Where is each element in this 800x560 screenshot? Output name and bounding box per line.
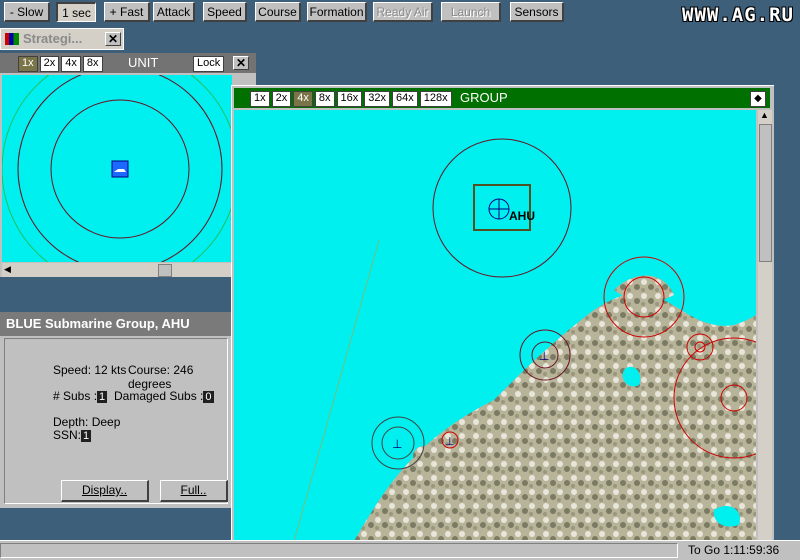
subs-count-label: # Subs :1 — [53, 389, 108, 403]
group-zoom-8x[interactable]: 8x — [314, 91, 335, 107]
unit-zoom-8x[interactable]: 8x — [82, 56, 103, 72]
unit-map[interactable] — [2, 75, 232, 262]
unit-window-header: 1x 2x 4x 8x UNIT Lock ✕ — [0, 53, 256, 73]
unit-label: AHU — [509, 209, 535, 223]
info-panel-header: BLUE Submarine Group, AHU — [0, 312, 232, 336]
scroll-left-arrow[interactable]: ◀ — [4, 264, 11, 275]
formation-button[interactable]: Formation — [307, 2, 367, 22]
damaged-subs-label: Damaged Subs :0 — [114, 389, 214, 403]
ssn-value: 1 — [81, 430, 92, 442]
svg-text:⊥: ⊥ — [539, 349, 549, 363]
lock-button[interactable]: Lock — [193, 56, 225, 72]
window-icon — [5, 33, 19, 45]
unit-zoom-2x[interactable]: 2x — [39, 56, 60, 72]
unit-close-button[interactable]: ✕ — [233, 56, 249, 70]
group-window-menu-icon[interactable]: ◆ — [750, 91, 766, 107]
speed-button[interactable]: Speed — [203, 2, 247, 22]
group-zoom-4x[interactable]: 4x — [293, 91, 313, 107]
depth-readout: Depth: Deep — [53, 415, 121, 429]
group-zoom-16x[interactable]: 16x — [336, 91, 363, 107]
ssn-label: SSN: 1 — [53, 428, 92, 442]
scroll-up-arrow[interactable]: ▲ — [760, 110, 769, 120]
full-button[interactable]: Full.. — [160, 480, 228, 502]
attack-button[interactable]: Attack — [153, 2, 195, 22]
group-zoom-128x[interactable]: 128x — [419, 91, 452, 107]
group-zoom-32x[interactable]: 32x — [364, 91, 390, 107]
strategic-window-titlebar[interactable]: Strategi... ✕ — [0, 28, 124, 50]
subs-count-value: 1 — [97, 391, 108, 403]
group-zoom-2x[interactable]: 2x — [271, 91, 292, 107]
slow-button[interactable]: - Slow — [4, 2, 50, 22]
unit-zoom-1x[interactable]: 1x — [18, 56, 38, 72]
group-vertical-scrollbar[interactable]: ▲ — [758, 110, 772, 541]
strategic-close-button[interactable]: ✕ — [105, 32, 121, 46]
sensors-button[interactable]: Sensors — [510, 2, 564, 22]
course-readout: Course: 246 degrees — [128, 363, 194, 391]
svg-text:⊥: ⊥ — [392, 437, 402, 451]
scroll-thumb[interactable] — [158, 264, 172, 277]
watermark: WWW.AG.RU — [682, 4, 794, 26]
group-zoom-1x[interactable]: 1x — [250, 91, 270, 107]
scroll-thumb[interactable] — [759, 124, 772, 262]
group-zoom-64x[interactable]: 64x — [392, 91, 418, 107]
speed-readout: Speed: 12 kts — [53, 363, 127, 377]
fast-button[interactable]: + Fast — [104, 2, 150, 22]
course-button[interactable]: Course — [255, 2, 301, 22]
time-to-go-readout: To Go 1:11:59:36 — [688, 543, 780, 557]
group-window: 1x 2x 4x 8x 16x 32x 64x 128x GROUP ◆ AHU… — [231, 85, 774, 541]
svg-text:⊥: ⊥ — [445, 436, 455, 448]
info-panel-title: BLUE Submarine Group, AHU — [6, 316, 190, 331]
submarine-icon[interactable] — [111, 160, 129, 178]
group-window-header: 1x 2x 4x 8x 16x 32x 64x 128x GROUP ◆ — [234, 88, 770, 108]
launch-button[interactable]: Launch — [441, 2, 501, 22]
unit-window: 1x 2x 4x 8x UNIT Lock ✕ ◀ — [0, 53, 256, 277]
status-bar: To Go 1:11:59:36 — [0, 540, 800, 560]
ready-air-button[interactable]: Ready Air — [373, 2, 433, 22]
unit-horizontal-scrollbar[interactable]: ◀ — [2, 263, 232, 277]
strategic-window-title: Strategi... — [23, 31, 83, 46]
damaged-subs-value: 0 — [203, 391, 214, 403]
time-rate-button[interactable]: 1 sec — [56, 2, 96, 22]
unit-zoom-4x[interactable]: 4x — [61, 56, 81, 72]
group-map[interactable]: AHU ⊥ ⊥ ⊥ — [234, 110, 756, 541]
info-panel: BLUE Submarine Group, AHU Speed: 12 kts … — [0, 312, 232, 508]
display-button[interactable]: Display.. — [61, 480, 149, 502]
unit-window-title: UNIT — [128, 55, 159, 70]
group-window-title: GROUP — [460, 90, 508, 105]
